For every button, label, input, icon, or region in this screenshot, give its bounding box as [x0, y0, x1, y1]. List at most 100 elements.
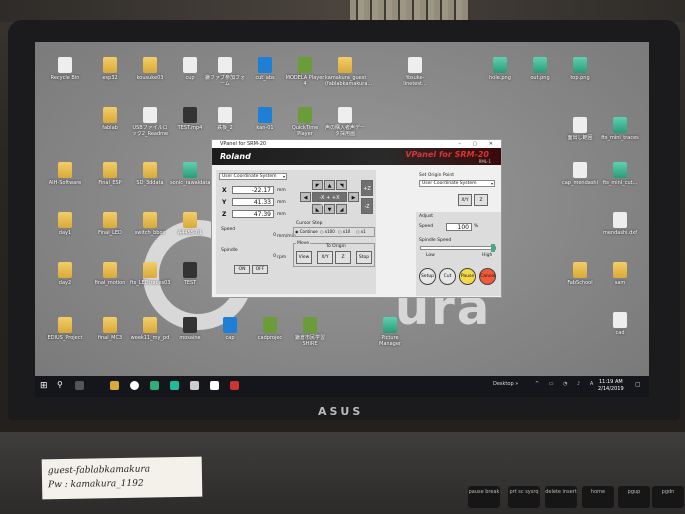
desktop-icon[interactable]: fts_mini_traces [600, 117, 640, 141]
desktop-icon[interactable]: EDIUS_Project [45, 317, 85, 341]
desktop-icon[interactable]: Yosuke-linetest... [395, 57, 435, 87]
setup-button[interactable]: Setup [419, 268, 436, 285]
desktop-icon[interactable]: kan-01 [245, 107, 285, 131]
jog-center[interactable]: -X + +X [312, 192, 347, 202]
jog-up-right-button[interactable]: ◥ [336, 180, 347, 190]
desktop-icon[interactable]: sonic_rawaldata [170, 162, 210, 186]
key-home: home [582, 486, 614, 508]
desktop-icon[interactable]: MODELA Player 4 [285, 57, 325, 87]
desktop-icon[interactable]: kousuke03 [130, 57, 170, 81]
jog-minus-z-button[interactable]: -Z [361, 198, 373, 214]
jog-minus-x-button[interactable]: ◀ [300, 192, 311, 202]
desktop-icon[interactable]: cadprojec [250, 317, 290, 341]
desktop-icon[interactable]: mendashi.dxf [600, 212, 640, 236]
desktop-icon[interactable]: Final_ESP [90, 162, 130, 186]
desktop-toolbar[interactable]: Desktop » [493, 381, 518, 387]
pause-button[interactable]: Pause [459, 268, 476, 285]
desktop-icon[interactable]: cap_mendashi [560, 162, 600, 186]
move-view-button[interactable]: View [296, 251, 312, 264]
app-taskbar-icon-1[interactable] [150, 381, 159, 390]
spindle-speed-slider[interactable] [420, 244, 496, 252]
spindle-off-button[interactable]: OFF [252, 265, 268, 274]
app-taskbar-icon-4[interactable] [210, 381, 219, 390]
desktop-icon[interactable]: day1 [45, 212, 85, 236]
desktop-icon[interactable]: cut_abs [245, 57, 285, 81]
desktop-icon[interactable]: 鉄板_2 [205, 107, 245, 131]
desktop-icon[interactable]: TEST [170, 262, 210, 286]
notifications-icon[interactable]: ▢ [635, 381, 641, 388]
desktop-icon[interactable]: cap [210, 317, 250, 341]
desktop-icon[interactable]: mosaine [170, 317, 210, 341]
spindle-on-button[interactable]: ON [234, 265, 250, 274]
desktop-icon[interactable]: out.png [520, 57, 560, 81]
desktop-icon[interactable]: esp32 [90, 57, 130, 81]
desktop-icon[interactable]: 鎌ファブ参加フォーム [205, 57, 245, 87]
move-z-button[interactable]: Z [335, 251, 351, 264]
desktop-icon[interactable]: fts_mini_cut... [600, 162, 640, 186]
app-taskbar-icon-3[interactable] [190, 381, 199, 390]
step-continue-radio[interactable]: ◉ Continue [295, 229, 318, 234]
desktop-icon[interactable]: Picture Manager [370, 317, 410, 347]
desktop-icon[interactable]: FabSchool [560, 262, 600, 286]
desktop-icon[interactable]: week11_my_pd [130, 317, 170, 341]
cut-button[interactable]: Cut [439, 268, 456, 285]
desktop-icon[interactable]: cup [170, 57, 210, 81]
coord-system-select[interactable]: User Coordinate System [219, 173, 287, 180]
app-taskbar-icon-2[interactable] [170, 381, 179, 390]
desktop-icon[interactable]: final_MC3 [90, 317, 130, 341]
windows-start-icon[interactable]: ⊞ [40, 381, 48, 391]
desktop-icon[interactable]: QuickTime Player [285, 107, 325, 137]
file-explorer-icon[interactable] [110, 381, 119, 390]
desktop-icon[interactable]: 声の購入者声データ採用画 [325, 107, 365, 137]
desktop-icon[interactable]: cad [600, 312, 640, 336]
set-origin-select[interactable]: User Coordinate System [419, 180, 495, 187]
desktop-icon[interactable]: A4455-01 [170, 212, 210, 236]
system-tray-icons[interactable]: ^ ▭ ◔ ♪ A [535, 381, 597, 387]
set-origin-z-button[interactable]: Z [474, 194, 488, 206]
spindle-speed-thumb[interactable] [491, 244, 495, 252]
jog-down-right-button[interactable]: ◢ [336, 204, 347, 214]
step-x100-radio[interactable]: ○ x100 [320, 229, 335, 234]
sticker-line-2: Pw : kamakura_1192 [48, 478, 144, 491]
desktop-icon[interactable]: Recycle Bin [45, 57, 85, 81]
file-icon [58, 57, 72, 73]
desktop-icon[interactable]: sam [600, 262, 640, 286]
desktop-icon[interactable]: final_motion [90, 262, 130, 286]
desktop-icon[interactable]: Final_LED [90, 212, 130, 236]
desktop-icon[interactable]: kamakura_guest (fablabkamakura... [325, 57, 372, 87]
desktop-icon[interactable]: AIH-Software [45, 162, 85, 186]
desktop-icon[interactable]: USBファイルロック2_Readme [130, 107, 170, 137]
adjust-speed-value[interactable]: 100 [446, 223, 472, 231]
desktop-icon[interactable]: 面出し範囲 [560, 117, 600, 141]
jog-up-left-button[interactable]: ◤ [312, 180, 323, 190]
desktop-icon[interactable]: fablab [90, 107, 130, 131]
move-stop-button[interactable]: Stop [356, 251, 372, 264]
jog-minus-y-button[interactable]: ▼ [324, 204, 335, 214]
desktop-icon[interactable]: switch_bbox [130, 212, 170, 236]
desktop-icon[interactable]: SD_3ddata [130, 162, 170, 186]
desktop-icon[interactable]: fts_LEDtraces03 [130, 262, 170, 286]
clock[interactable]: 11:19 AM 2/14/2019 [598, 379, 624, 393]
desktop-icon[interactable]: day2 [45, 262, 85, 286]
jog-plus-x-button[interactable]: ▶ [348, 192, 359, 202]
jog-plus-z-button[interactable]: +Z [361, 180, 373, 196]
jog-minus-y-label: -Y [320, 203, 324, 208]
search-icon[interactable]: ⚲ [57, 380, 66, 389]
vpanel-window[interactable]: VPanel for SRM-20 – ▢ ✕ Roland VPanel fo… [211, 139, 502, 298]
set-origin-xy-button[interactable]: X/Y [458, 194, 472, 206]
task-view-icon[interactable] [75, 381, 84, 390]
vpanel-taskbar-icon[interactable] [230, 381, 239, 390]
step-x1-radio[interactable]: ○ x1 [356, 229, 366, 234]
desktop-icon[interactable]: top.png [560, 57, 600, 81]
cancel-button[interactable]: Cancel [479, 268, 496, 285]
roland-logo: Roland [220, 152, 251, 161]
desktop-icon[interactable]: 鎌倉市民学習SHIRE [290, 317, 330, 347]
desktop-icon[interactable]: TEST.mp4 [170, 107, 210, 131]
chrome-icon[interactable] [130, 381, 139, 390]
desktop-icon[interactable]: hole.png [480, 57, 520, 81]
window-controls[interactable]: – ▢ ✕ [458, 140, 498, 148]
vpanel-titlebar[interactable]: VPanel for SRM-20 – ▢ ✕ [212, 140, 501, 148]
jog-plus-y-button[interactable]: ▲ [324, 180, 335, 190]
step-x10-radio[interactable]: ○ x10 [338, 229, 350, 234]
move-xy-button[interactable]: X/Y [317, 251, 333, 264]
